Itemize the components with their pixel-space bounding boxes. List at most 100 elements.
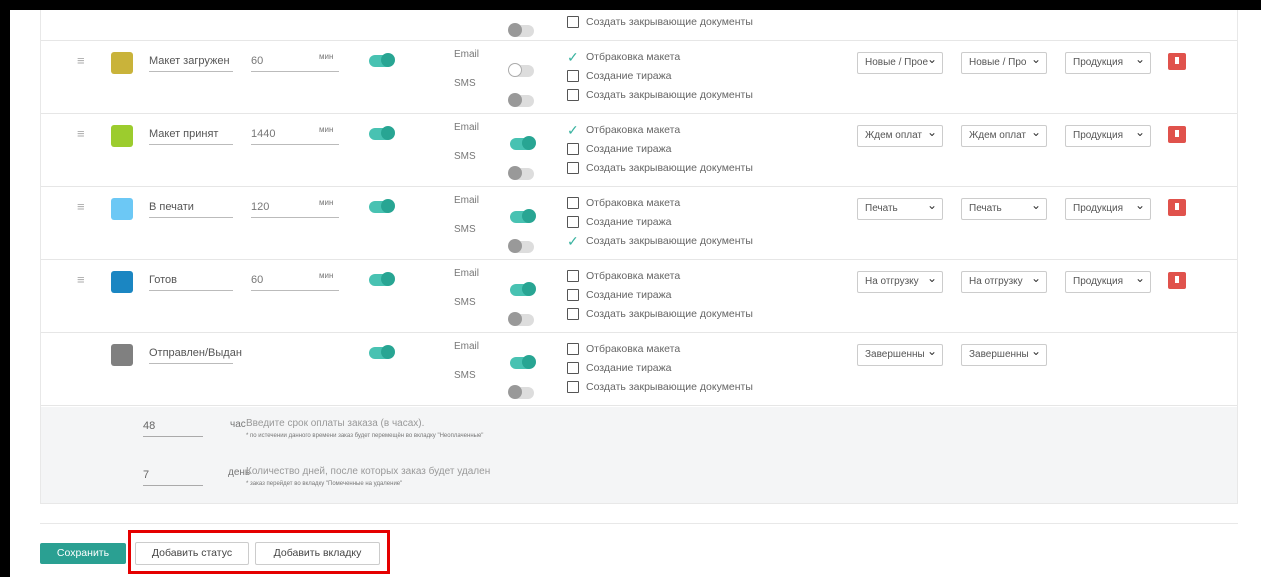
checkbox-label: Отбраковка макета (586, 342, 681, 355)
status-name-input[interactable]: Макет принят (149, 128, 233, 145)
status-row: ≡ В печати 120 мин Email SMS Отбраковка макета… (41, 187, 1237, 260)
delete-days-input[interactable]: 7 (143, 469, 203, 486)
payment-hours-input[interactable]: 48 (143, 420, 203, 437)
delete-icon[interactable] (1168, 199, 1186, 216)
checkbox-label: Отбраковка макета (586, 123, 681, 136)
minutes-unit-label: мин (319, 52, 334, 61)
email-toggle[interactable] (510, 355, 536, 369)
checkbox[interactable] (567, 196, 579, 209)
status-select-2[interactable]: Печать (961, 198, 1047, 220)
status-active-toggle[interactable] (369, 126, 395, 140)
status-color-swatch[interactable] (111, 125, 133, 147)
status-name-input[interactable]: Отправлен/Выдан (149, 347, 242, 364)
sms-toggle[interactable] (508, 312, 534, 326)
status-select-2[interactable]: Завершенны (961, 344, 1047, 366)
checkbox-item[interactable]: Отбраковка макета (567, 193, 753, 212)
category-select[interactable]: Продукция (1065, 198, 1151, 220)
status-row: ≡ Готов 60 мин Email SMS Отбраковка макета Созд… (41, 260, 1237, 333)
status-select-2[interactable]: На отгрузку (961, 271, 1047, 293)
checkbox-item[interactable]: Отбраковка макета (567, 339, 753, 358)
checkbox[interactable] (567, 307, 579, 320)
status-name-input[interactable]: Макет загружен (149, 55, 233, 72)
checkbox-label: Создать закрывающие документы (586, 88, 753, 101)
save-button[interactable]: Сохранить (40, 543, 126, 564)
email-toggle[interactable] (510, 136, 536, 150)
category-select[interactable]: Продукция (1065, 52, 1151, 74)
options-checklist: Отбраковка макета Создание тиража ✓ Создать… (567, 193, 753, 250)
checkbox-label: Отбраковка макета (586, 196, 681, 209)
checkmark-icon[interactable]: ✓ (567, 50, 579, 64)
status-color-swatch[interactable] (111, 52, 133, 74)
checkbox-item[interactable]: ✓ Отбраковка макета (567, 120, 753, 139)
minutes-unit-label: мин (319, 125, 334, 134)
drag-handle-icon[interactable]: ≡ (77, 272, 85, 287)
status-select-2[interactable]: Новые / Про (961, 52, 1047, 74)
checkmark-icon[interactable]: ✓ (567, 234, 579, 248)
drag-handle-icon[interactable]: ≡ (77, 199, 85, 214)
status-row: Отправлен/Выдан Email SMS Отбраковка макета… (41, 333, 1237, 406)
status-select-1[interactable]: Завершенны (857, 344, 943, 366)
delete-note: * заказ перейдет во вкладку "Помеченные … (246, 481, 403, 487)
checkbox-item[interactable]: Создать закрывающие документы (567, 377, 753, 396)
delete-icon[interactable] (1168, 53, 1186, 70)
options-checklist: ✓ Отбраковка макета Создание тиража Создать… (567, 120, 753, 177)
checkbox[interactable] (567, 15, 579, 28)
status-color-swatch[interactable] (111, 271, 133, 293)
checkbox-item[interactable]: Создать закрывающие документы (567, 158, 753, 177)
sms-toggle[interactable] (508, 166, 534, 180)
checkbox[interactable] (567, 215, 579, 228)
status-select-1[interactable]: На отгрузку (857, 271, 943, 293)
checkbox-item[interactable]: ✓ Отбраковка макета (567, 47, 753, 66)
email-toggle[interactable] (510, 282, 536, 296)
checkbox[interactable] (567, 69, 579, 82)
delete-icon[interactable] (1168, 272, 1186, 289)
checkbox[interactable] (567, 142, 579, 155)
delete-icon[interactable] (1168, 126, 1186, 143)
sms-toggle[interactable] (508, 239, 534, 253)
drag-handle-icon[interactable]: ≡ (77, 53, 85, 68)
sms-toggle[interactable] (508, 23, 534, 37)
category-select[interactable]: Продукция (1065, 125, 1151, 147)
email-toggle[interactable] (508, 63, 534, 77)
checkbox[interactable] (567, 161, 579, 174)
status-select-1[interactable]: Новые / Прое (857, 52, 943, 74)
sms-label: SMS (454, 370, 476, 381)
status-select-1[interactable]: Ждем оплат (857, 125, 943, 147)
checkbox-item[interactable]: Создание тиража (567, 212, 753, 231)
checkbox-item[interactable]: Создание тиража (567, 358, 753, 377)
checkbox-item[interactable]: ✓ Создать закрывающие документы (567, 231, 753, 250)
status-name-input[interactable]: В печати (149, 201, 233, 218)
status-table: Создать закрывающие документы ≡ Макет заг… (40, 10, 1238, 504)
checkbox[interactable] (567, 361, 579, 374)
checkbox[interactable] (567, 288, 579, 301)
sms-toggle[interactable] (508, 93, 534, 107)
status-select-1[interactable]: Печать (857, 198, 943, 220)
checkbox-item[interactable]: Отбраковка макета (567, 266, 753, 285)
status-active-toggle[interactable] (369, 345, 395, 359)
checkbox-item[interactable]: Создать закрывающие документы (567, 304, 753, 323)
status-active-toggle[interactable] (369, 272, 395, 286)
checkbox-item[interactable]: Создание тиража (567, 66, 753, 85)
email-toggle[interactable] (510, 209, 536, 223)
status-name-input[interactable]: Готов (149, 274, 233, 291)
drag-handle-icon[interactable]: ≡ (77, 126, 85, 141)
checkmark-icon[interactable]: ✓ (567, 123, 579, 137)
status-active-toggle[interactable] (369, 53, 395, 67)
checkbox[interactable] (567, 380, 579, 393)
checkbox-item[interactable]: Создать закрывающие документы (567, 15, 753, 37)
status-active-toggle[interactable] (369, 199, 395, 213)
status-color-swatch[interactable] (111, 344, 133, 366)
category-select[interactable]: Продукция (1065, 271, 1151, 293)
checkbox-item[interactable]: Создать закрывающие документы (567, 85, 753, 104)
checkbox[interactable] (567, 88, 579, 101)
payment-note: * по истечении данного времени заказ буд… (246, 433, 484, 439)
status-select-2[interactable]: Ждем оплат (961, 125, 1047, 147)
status-color-swatch[interactable] (111, 198, 133, 220)
checkbox[interactable] (567, 342, 579, 355)
checkbox-item[interactable]: Создание тиража (567, 139, 753, 158)
checkbox-item[interactable]: Создание тиража (567, 285, 753, 304)
checkbox-label: Создание тиража (586, 361, 672, 374)
checkbox[interactable] (567, 269, 579, 282)
sms-toggle[interactable] (508, 385, 534, 399)
sms-label: SMS (454, 78, 476, 89)
